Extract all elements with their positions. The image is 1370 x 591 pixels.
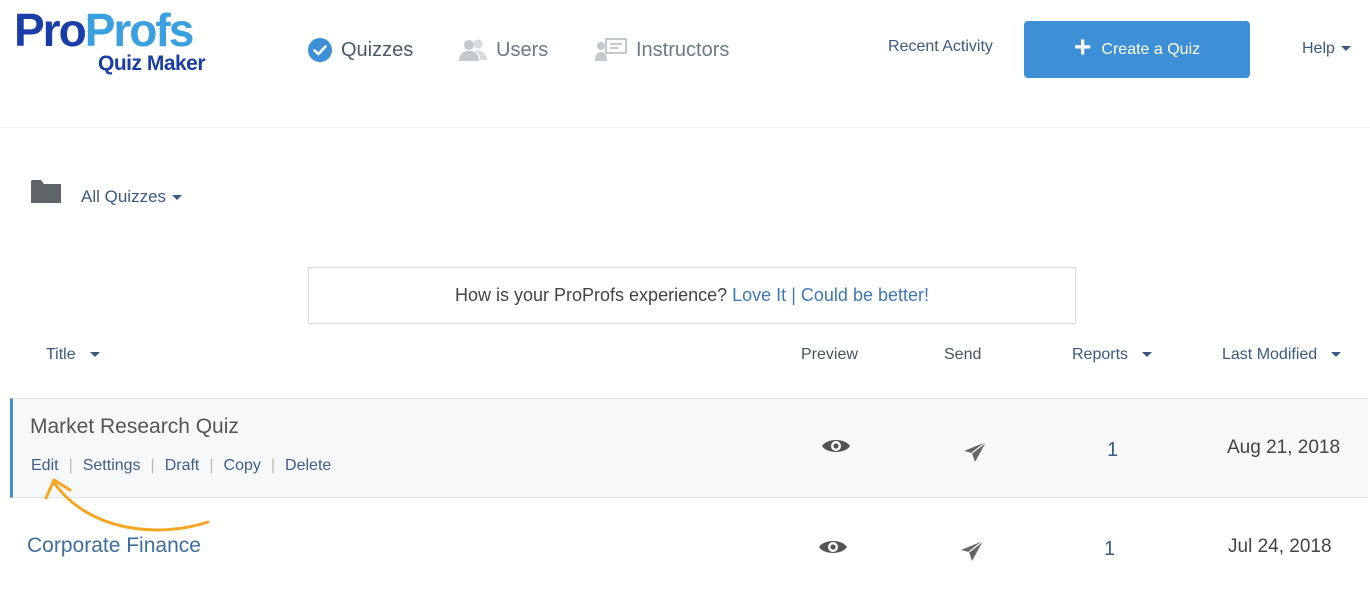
last-modified-date: Jul 24, 2018 xyxy=(1228,536,1332,557)
quiz-title[interactable]: Market Research Quiz xyxy=(30,415,239,439)
nav-users-label: Users xyxy=(496,38,549,61)
eye-icon[interactable] xyxy=(818,537,848,562)
column-header-preview: Preview xyxy=(801,346,858,363)
nav-instructors[interactable]: Instructors xyxy=(594,34,729,66)
caret-down-icon xyxy=(89,352,100,358)
recent-activity-link[interactable]: Recent Activity xyxy=(888,38,993,56)
feedback-banner: How is your ProProfs experience? Love It… xyxy=(308,267,1076,324)
caret-down-icon xyxy=(1142,352,1153,358)
delete-link[interactable]: Delete xyxy=(285,457,331,475)
help-label: Help xyxy=(1302,40,1335,57)
instructor-board-icon xyxy=(594,37,628,63)
column-header-last-modified[interactable]: Last Modified xyxy=(1222,346,1342,364)
nav-instructors-label: Instructors xyxy=(636,38,730,61)
annotation-arrow-icon xyxy=(40,470,220,547)
send-icon[interactable] xyxy=(963,441,987,468)
folder-label: All Quizzes xyxy=(81,187,167,206)
last-modified-date: Aug 21, 2018 xyxy=(1227,437,1341,458)
logo-wordmark: ProProfs xyxy=(14,4,194,56)
users-icon xyxy=(458,37,488,63)
feedback-question: How is your ProProfs experience? xyxy=(455,285,728,305)
caret-down-icon xyxy=(172,195,183,201)
proprofs-logo[interactable]: ProProfs Quiz Maker xyxy=(14,6,226,76)
nav-users[interactable]: Users xyxy=(458,34,548,66)
copy-link[interactable]: Copy xyxy=(224,457,261,475)
help-menu[interactable]: Help xyxy=(1302,40,1351,58)
caret-down-icon xyxy=(1331,352,1342,358)
column-header-send: Send xyxy=(944,346,982,363)
nav-quizzes-label: Quizzes xyxy=(341,38,414,61)
logo-subtitle: Quiz Maker xyxy=(98,52,206,75)
could-be-better-link[interactable]: Could be better! xyxy=(801,285,929,306)
column-header-title[interactable]: Title xyxy=(46,346,100,364)
feedback-separator: | xyxy=(791,285,796,305)
send-icon[interactable] xyxy=(960,540,984,567)
love-it-link[interactable]: Love It xyxy=(732,285,786,306)
create-quiz-button[interactable]: + Create a Quiz xyxy=(1024,21,1250,78)
create-quiz-label: Create a Quiz xyxy=(1101,40,1201,58)
plus-icon: + xyxy=(1073,31,1092,64)
folder-icon xyxy=(31,178,61,209)
check-circle-icon xyxy=(307,37,333,63)
top-header: ProProfs Quiz Maker Quizzes Users Instru… xyxy=(0,0,1370,128)
eye-icon[interactable] xyxy=(821,436,851,461)
reports-count[interactable]: 1 xyxy=(1107,439,1118,462)
caret-down-icon xyxy=(1340,46,1351,52)
column-header-reports[interactable]: Reports xyxy=(1072,346,1153,364)
nav-quizzes[interactable]: Quizzes xyxy=(307,34,413,66)
folder-dropdown[interactable]: All Quizzes xyxy=(81,187,183,207)
reports-count[interactable]: 1 xyxy=(1104,538,1115,561)
